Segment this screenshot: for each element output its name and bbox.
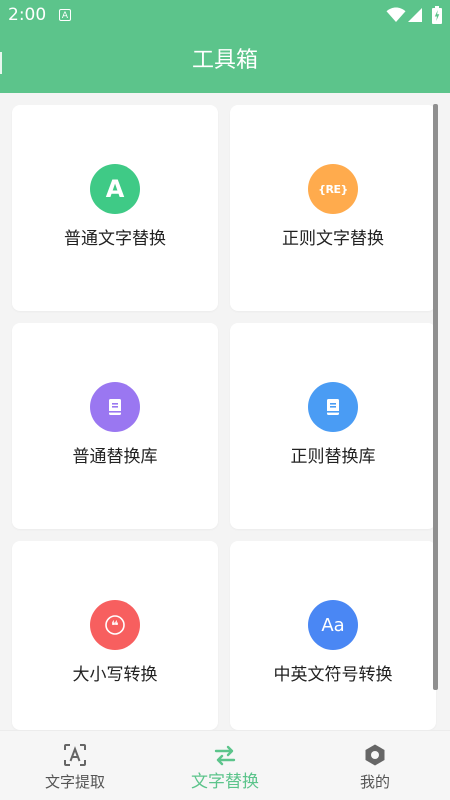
hexagon-settings-icon xyxy=(365,744,385,766)
nav-item-mine[interactable]: 我的 xyxy=(300,731,450,800)
tool-label: 普通替换库 xyxy=(72,447,158,467)
nav-label: 我的 xyxy=(359,773,390,791)
tool-card-plain-replace[interactable]: A 普通文字替换 xyxy=(12,105,218,311)
nav-label: 文字提取 xyxy=(44,773,105,791)
svg-text:❝: ❝ xyxy=(111,619,119,634)
app-header: 2:00 A 工具箱 xyxy=(0,0,450,93)
tool-card-symbol-convert[interactable]: Aa 中英文符号转换 xyxy=(230,541,436,730)
battery-charging-icon xyxy=(432,6,442,24)
wifi-icon xyxy=(386,7,406,22)
tools-grid: A 普通文字替换 {RE} 正则文字替换 普通替换库 正则替换库 ❝ 大小写转换… xyxy=(0,93,436,730)
page-title: 工具箱 xyxy=(191,48,258,73)
notification-a-icon: A xyxy=(59,9,71,21)
swap-arrows-icon xyxy=(214,745,236,766)
scrollbar[interactable] xyxy=(433,104,438,690)
status-time: 2:00 xyxy=(8,5,47,25)
nav-label: 文字替换 xyxy=(191,772,259,792)
app-screen: 2:00 A 工具箱 A 普通文字替换 {RE} 正则文字替换 普通替换库 正则… xyxy=(0,0,450,800)
text-scan-icon xyxy=(64,744,86,766)
tool-label: 普通文字替换 xyxy=(64,229,166,249)
tool-card-plain-library[interactable]: 普通替换库 xyxy=(12,323,218,529)
quote-icon: ❝ xyxy=(90,600,140,650)
nav-item-text-replace[interactable]: 文字替换 xyxy=(150,731,300,800)
regex-icon: {RE} xyxy=(308,164,358,214)
tool-label: 大小写转换 xyxy=(72,665,158,685)
bottom-navigation: 文字提取 文字替换 我的 xyxy=(0,730,450,800)
nav-item-text-extract[interactable]: 文字提取 xyxy=(0,731,150,800)
book-icon xyxy=(90,382,140,432)
font-aa-icon: Aa xyxy=(308,600,358,650)
tool-label: 正则替换库 xyxy=(290,447,376,467)
book-icon xyxy=(308,382,358,432)
status-bar: 2:00 A xyxy=(0,0,450,31)
tool-card-regex-library[interactable]: 正则替换库 xyxy=(230,323,436,529)
signal-icon xyxy=(408,8,422,22)
tool-label: 中英文符号转换 xyxy=(273,665,393,685)
letter-a-icon: A xyxy=(90,164,140,214)
tool-card-regex-replace[interactable]: {RE} 正则文字替换 xyxy=(230,105,436,311)
tool-card-case-convert[interactable]: ❝ 大小写转换 xyxy=(12,541,218,730)
tool-label: 正则文字替换 xyxy=(282,229,384,249)
